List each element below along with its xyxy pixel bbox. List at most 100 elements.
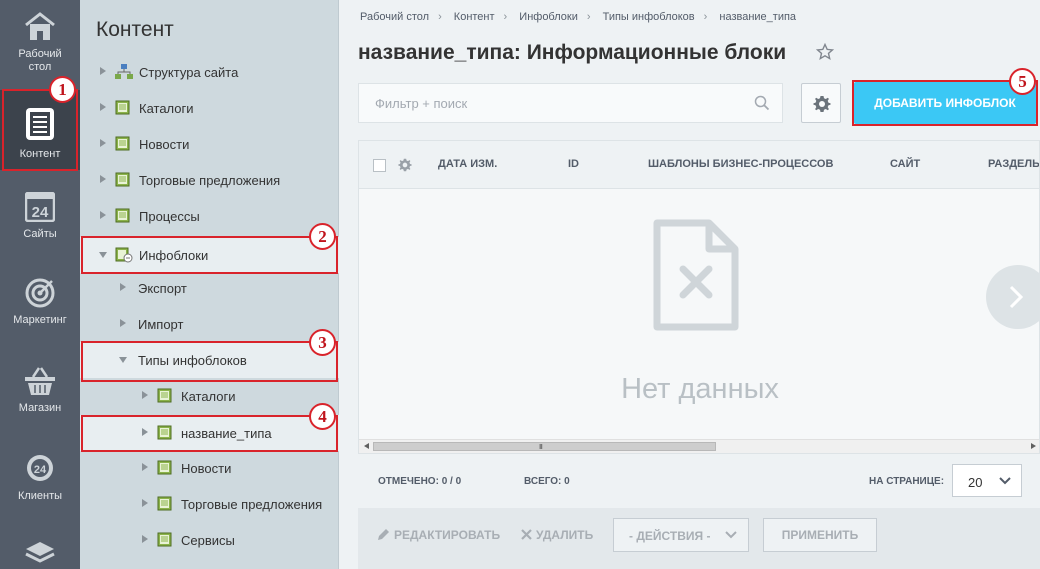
grid-header: ДАТА ИЗМ. ID ШАБЛОНЫ БИЗНЕС-ПРОЦЕССОВ СА… bbox=[359, 141, 1039, 189]
chevron-down-icon bbox=[725, 531, 737, 539]
data-grid: ДАТА ИЗМ. ID ШАБЛОНЫ БИЗНЕС-ПРОЦЕССОВ СА… bbox=[358, 140, 1040, 454]
breadcrumb-item[interactable]: Рабочий стол bbox=[360, 11, 429, 23]
breadcrumb-item[interactable]: Типы инфоблоков bbox=[603, 11, 695, 23]
tree-item-label: Торговые предложения bbox=[181, 497, 323, 512]
expand-arrow-icon[interactable] bbox=[142, 428, 148, 436]
expand-arrow-icon[interactable] bbox=[100, 103, 106, 111]
tree-item-site-structure[interactable]: Структура сайта bbox=[80, 54, 339, 90]
nav-label: Рабочий стол bbox=[18, 48, 62, 73]
column-header[interactable]: ШАБЛОНЫ БИЗНЕС-ПРОЦЕССОВ bbox=[648, 158, 833, 170]
tree-item-infoblock-types[interactable]: Типы инфоблоков bbox=[80, 342, 339, 378]
expand-arrow-icon[interactable] bbox=[100, 211, 106, 219]
chevron-right-icon: › bbox=[586, 11, 591, 23]
calendar-24-icon: 24 bbox=[25, 192, 55, 222]
gear-icon[interactable] bbox=[398, 158, 412, 172]
column-header[interactable]: РАЗДЕЛЫ bbox=[988, 158, 1039, 170]
tree-item-label: Импорт bbox=[138, 317, 184, 332]
nav-content[interactable]: Контент bbox=[0, 90, 80, 170]
tree-item-label: Новости bbox=[139, 137, 190, 152]
per-page-label: НА СТРАНИЦЕ: bbox=[869, 476, 945, 487]
star-icon[interactable] bbox=[816, 43, 834, 61]
filter-search-input[interactable]: Фильтр + поиск bbox=[358, 83, 783, 123]
scroll-right-arrow-icon[interactable] bbox=[1031, 443, 1036, 449]
nav-more[interactable] bbox=[0, 540, 80, 569]
search-icon[interactable] bbox=[754, 95, 770, 111]
tree-item-type-services[interactable]: Сервисы bbox=[80, 522, 339, 558]
select-all-checkbox[interactable] bbox=[373, 159, 386, 172]
book-icon bbox=[115, 172, 130, 187]
empty-state-text: Нет данных bbox=[621, 373, 779, 405]
nav-shop[interactable]: Магазин bbox=[0, 366, 80, 426]
add-infoblock-button[interactable]: ДОБАВИТЬ ИНФОБЛОК bbox=[854, 82, 1036, 124]
tree-item-catalogs[interactable]: Каталоги bbox=[80, 90, 339, 126]
expand-arrow-icon[interactable] bbox=[120, 319, 126, 327]
nav-label: Сайты bbox=[23, 228, 57, 240]
nav-marketing[interactable]: Маркетинг bbox=[0, 278, 80, 338]
tree-item-label: Инфоблоки bbox=[139, 248, 209, 263]
scroll-right-button[interactable] bbox=[986, 265, 1039, 329]
scrollbar-thumb[interactable]: III bbox=[373, 442, 716, 451]
expand-arrow-icon[interactable] bbox=[142, 391, 148, 399]
expand-arrow-icon[interactable] bbox=[100, 67, 106, 75]
nav-sites[interactable]: 24 Сайты bbox=[0, 192, 80, 252]
column-header[interactable]: ДАТА ИЗМ. bbox=[438, 158, 497, 170]
expand-arrow-icon[interactable] bbox=[142, 499, 148, 507]
home-icon bbox=[25, 12, 55, 40]
expand-arrow-icon[interactable] bbox=[100, 175, 106, 183]
per-page-select[interactable]: 20 bbox=[952, 464, 1022, 497]
checked-count: ОТМЕЧЕНО: 0 / 0 bbox=[378, 476, 462, 487]
scroll-left-arrow-icon[interactable] bbox=[364, 443, 369, 449]
chevron-right-icon: › bbox=[703, 11, 708, 23]
delete-button[interactable]: УДАЛИТЬ bbox=[521, 528, 593, 542]
tree-item-export[interactable]: Экспорт bbox=[80, 270, 339, 306]
column-header[interactable]: САЙТ bbox=[890, 158, 920, 170]
tree-item-type-news[interactable]: Новости bbox=[80, 450, 339, 486]
nav-label: Маркетинг bbox=[13, 314, 67, 326]
edit-button[interactable]: РЕДАКТИРОВАТЬ bbox=[377, 528, 500, 542]
breadcrumb-item[interactable]: Инфоблоки bbox=[519, 11, 578, 23]
step-marker-2: 2 bbox=[309, 223, 336, 250]
close-icon bbox=[521, 529, 532, 540]
tree-item-offers[interactable]: Торговые предложения bbox=[80, 162, 339, 198]
breadcrumb-item[interactable]: название_типа bbox=[719, 11, 796, 23]
actions-select[interactable]: - ДЕЙСТВИЯ - bbox=[613, 518, 749, 552]
expand-arrow-icon[interactable] bbox=[142, 535, 148, 543]
nav-label: Магазин bbox=[18, 402, 62, 414]
tree-item-label: Процессы bbox=[139, 209, 200, 224]
tree-item-label: Структура сайта bbox=[139, 65, 239, 80]
tree-item-infoblocks[interactable]: Инфоблоки bbox=[80, 237, 339, 273]
tree-item-type-offers[interactable]: Торговые предложения bbox=[80, 486, 339, 522]
tree-item-label: Каталоги bbox=[181, 389, 236, 404]
delete-label: УДАЛИТЬ bbox=[536, 528, 594, 542]
settings-button[interactable] bbox=[801, 83, 841, 123]
basket-icon bbox=[25, 367, 55, 395]
horizontal-scrollbar[interactable]: III bbox=[359, 439, 1039, 453]
gear-icon bbox=[813, 96, 831, 112]
column-header[interactable]: ID bbox=[568, 158, 579, 170]
tree-item-news[interactable]: Новости bbox=[80, 126, 339, 162]
nav-desktop[interactable]: Рабочий стол bbox=[0, 12, 80, 86]
expand-arrow-icon[interactable] bbox=[120, 283, 126, 291]
apply-button[interactable]: ПРИМЕНИТЬ bbox=[763, 518, 877, 552]
group-actions-panel: РЕДАКТИРОВАТЬ УДАЛИТЬ - ДЕЙСТВИЯ - ПРИМЕ… bbox=[358, 508, 1040, 569]
expand-arrow-icon[interactable] bbox=[142, 463, 148, 471]
tree-item-label: Экспорт bbox=[138, 281, 187, 296]
nav-label: Контент bbox=[19, 148, 61, 160]
tree-item-import[interactable]: Импорт bbox=[80, 306, 339, 342]
book-icon bbox=[157, 496, 172, 511]
tree-item-label: Типы инфоблоков bbox=[138, 353, 247, 368]
stack-icon bbox=[25, 542, 55, 563]
site-structure-icon bbox=[115, 64, 133, 79]
tree-item-processes[interactable]: Процессы bbox=[80, 198, 339, 234]
tree-item-type-name[interactable]: название_типа bbox=[80, 415, 339, 451]
nav-clients[interactable]: 24 Клиенты bbox=[0, 454, 80, 514]
collapse-arrow-icon[interactable] bbox=[99, 252, 107, 258]
tree-item-label: Сервисы bbox=[181, 533, 235, 548]
collapse-arrow-icon[interactable] bbox=[119, 357, 127, 363]
expand-arrow-icon[interactable] bbox=[100, 139, 106, 147]
breadcrumb-item[interactable]: Контент bbox=[454, 11, 495, 23]
step-marker-3: 3 bbox=[309, 329, 336, 356]
book-icon bbox=[157, 388, 172, 403]
main-area: Рабочий стол › Контент › Инфоблоки › Типы и… bbox=[340, 0, 1040, 569]
tree-item-type-catalogs[interactable]: Каталоги bbox=[80, 378, 339, 414]
